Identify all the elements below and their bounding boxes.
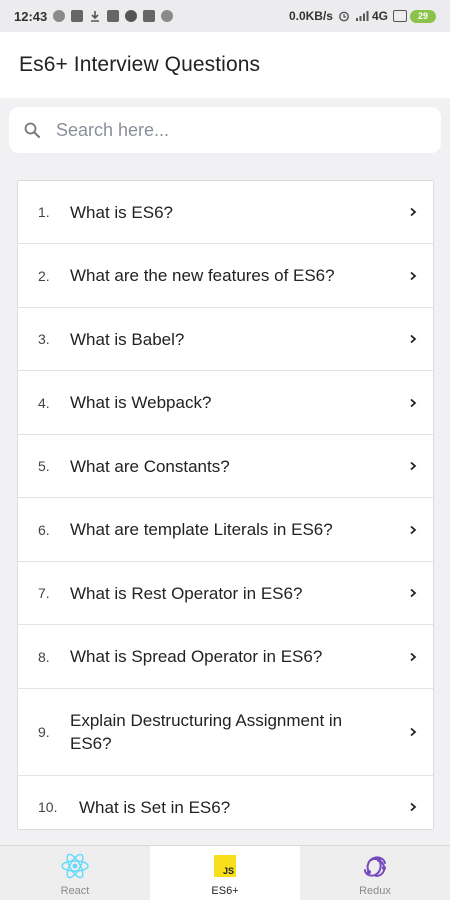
chevron-right-icon	[393, 398, 433, 408]
question-text: What are the new features of ES6?	[70, 266, 335, 285]
battery-icon: 29	[410, 9, 436, 23]
question-text: What are template Literals in ES6?	[70, 520, 333, 539]
question-text: What is Spread Operator in ES6?	[70, 647, 323, 666]
question-number: 7.	[38, 585, 50, 601]
chevron-right-icon	[393, 727, 433, 737]
status-left: 12:43	[14, 8, 174, 24]
chevron-right-icon	[393, 802, 433, 812]
list-item[interactable]: 6. What are template Literals in ES6?	[18, 498, 433, 562]
list-item[interactable]: 5. What are Constants?	[18, 435, 433, 498]
question-number: 3.	[38, 331, 50, 347]
search-input[interactable]	[56, 119, 396, 141]
notification-dot-icon	[53, 10, 66, 22]
app-notification-icon	[107, 10, 120, 22]
list-item[interactable]: 8. What is Spread Operator in ES6?	[18, 625, 433, 689]
chevron-right-icon	[393, 461, 433, 471]
alarm-icon	[338, 10, 350, 22]
question-number: 9.	[38, 724, 50, 740]
signal-icon	[355, 10, 369, 22]
question-text: What is ES6?	[70, 202, 173, 222]
tab-label: ES6+	[211, 885, 239, 897]
list-item[interactable]: 4. What is Webpack?	[18, 371, 433, 435]
question-text: What are Constants?	[70, 456, 230, 476]
question-number: 6.	[38, 521, 50, 538]
search-area	[0, 98, 450, 164]
list-item[interactable]: 7. What is Rest Operator in ES6?	[18, 562, 433, 625]
question-text: What is Babel?	[70, 329, 185, 349]
chevron-right-icon	[393, 334, 433, 344]
question-text: Explain Destructuring Assignment in ES6?	[70, 711, 343, 753]
js-badge-text: JS	[222, 866, 234, 876]
question-text: What is Rest Operator in ES6?	[70, 583, 303, 603]
question-list: 1. What is ES6? 2. What are the new feat…	[17, 180, 434, 830]
chevron-right-icon	[393, 525, 433, 535]
chevron-right-icon	[393, 652, 433, 662]
list-item[interactable]: 10. What is Set in ES6?	[18, 776, 433, 829]
tab-react[interactable]: React	[0, 846, 150, 900]
message-icon	[71, 10, 84, 22]
mail-icon	[143, 10, 156, 22]
list-item[interactable]: 9. Explain Destructuring Assignment in E…	[18, 689, 433, 776]
tab-label: Redux	[359, 885, 391, 897]
bottom-nav: React JS ES6+ Redux	[0, 845, 450, 900]
question-number: 10.	[38, 799, 58, 815]
react-icon	[60, 851, 90, 881]
vlc-icon	[125, 10, 138, 22]
battery-level: 29	[417, 11, 428, 21]
network-speed: 0.0KB/s	[288, 9, 333, 23]
question-number: 2.	[38, 267, 50, 284]
js-icon: JS	[210, 851, 240, 881]
search-icon	[24, 122, 40, 138]
question-number: 8.	[38, 648, 50, 665]
chevron-right-icon	[393, 588, 433, 598]
question-number: 1.	[38, 204, 50, 220]
volte-icon	[393, 10, 407, 22]
question-text: What is Webpack?	[70, 393, 212, 412]
tab-es6[interactable]: JS ES6+	[150, 846, 300, 900]
list-item[interactable]: 3. What is Babel?	[18, 308, 433, 371]
network-type: 4G	[371, 9, 388, 23]
list-item[interactable]: 2. What are the new features of ES6?	[18, 244, 433, 308]
page-title: Es6+ Interview Questions	[19, 53, 261, 76]
app-bar: Es6+ Interview Questions	[0, 32, 450, 98]
question-number: 4.	[38, 394, 50, 411]
chevron-right-icon	[393, 207, 433, 217]
chevron-right-icon	[393, 271, 433, 281]
list-item[interactable]: 1. What is ES6?	[18, 181, 433, 244]
redux-icon	[360, 851, 390, 881]
tab-redux[interactable]: Redux	[300, 846, 450, 900]
status-right: 0.0KB/s 4G 29	[289, 9, 436, 23]
status-time: 12:43	[14, 8, 48, 24]
download-icon	[89, 10, 101, 22]
tab-label: React	[60, 885, 90, 897]
status-dot-icon	[161, 10, 174, 22]
question-text: What is Set in ES6?	[79, 797, 231, 817]
question-number: 5.	[38, 458, 50, 474]
search-bar[interactable]	[9, 107, 441, 153]
status-bar: 12:43 0.0KB/s 4G 29	[0, 0, 450, 32]
